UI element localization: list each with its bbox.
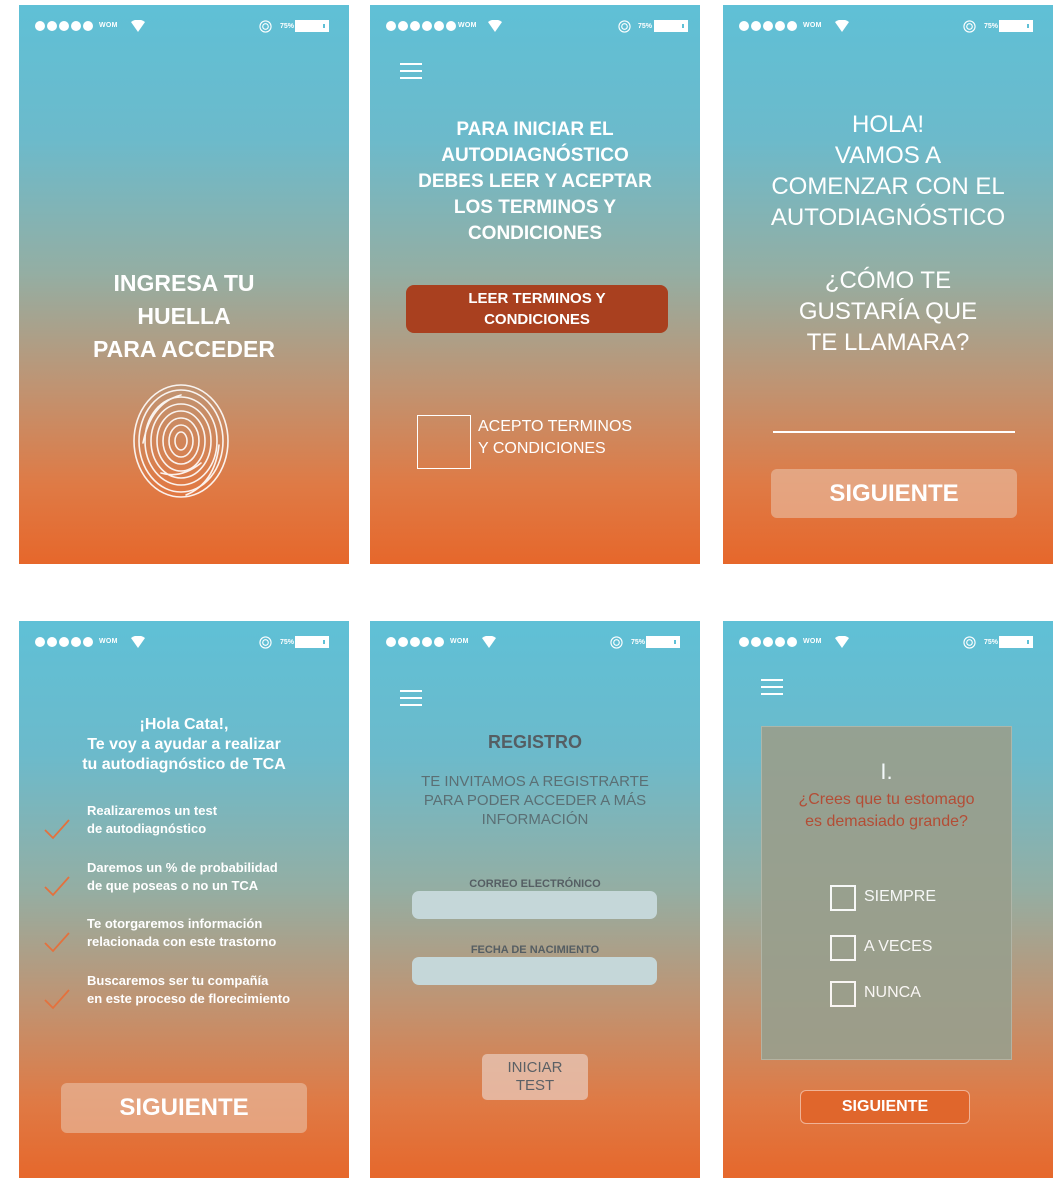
birthdate-label: FECHA DE NACIMIENTO [470,944,600,956]
name-input[interactable] [773,417,1015,433]
check-icon [44,932,70,953]
option-checkbox[interactable] [830,885,856,911]
status-bar: WOM 75% [723,621,1053,661]
battery-icon [654,20,688,32]
terms-screen: WOM 75% PARA INICIAR EL AUTODIAGNÓSTICO … [370,5,700,564]
intro-text: ¡Hola Cata!, Te voy a ayudar a realizar … [82,716,286,773]
birthdate-field[interactable] [412,957,657,985]
wifi-icon [131,20,145,32]
battery-percent: 75% [631,639,646,646]
carrier-name: WOM [803,22,822,29]
signal-dots-icon [35,637,93,647]
sync-icon [610,636,623,649]
option-label: NUNCA [864,984,921,1001]
benefit-item: Daremos un % de probabilidad de que pose… [19,859,349,905]
name-screen: WOM 75% HOLA! VAMOS A COMENZAR CON EL AU… [723,5,1053,564]
battery-icon [295,20,329,32]
next-button[interactable]: SIGUIENTE [771,469,1017,518]
battery-percent: 75% [984,23,999,30]
sync-icon [259,636,272,649]
status-bar: WOM 75% [370,621,700,661]
fingerprint-icon[interactable] [131,383,231,499]
wifi-icon [488,20,502,32]
carrier-name: WOM [450,638,469,645]
carrier-name: WOM [458,22,477,29]
carrier-name: WOM [99,22,118,29]
benefit-text: Realizaremos un test de autodiagnóstico [87,803,218,836]
status-bar: WOM 75% [370,5,700,45]
benefit-item: Buscaremos ser tu compañía en este proce… [19,972,349,1018]
read-terms-button[interactable]: LEER TERMINOS Y CONDICIONES [406,285,668,333]
option-label: SIEMPRE [864,888,937,905]
sync-icon [963,636,976,649]
check-icon [44,819,70,840]
option-label: A VECES [864,938,933,955]
menu-icon[interactable] [400,690,422,706]
question-card: I. ¿Crees que tu estomago es demasiado g… [761,726,1012,1060]
check-icon [44,989,70,1010]
battery-icon [999,636,1033,648]
question-text: ¿Crees que tu estomago es demasiado gran… [798,791,975,830]
start-test-button[interactable]: INICIAR TEST [482,1054,588,1100]
question-screen: WOM 75% I. ¿Crees que tu estomago es dem… [723,621,1053,1178]
battery-icon [646,636,680,648]
name-question: ¿CÓMO TE GUSTARÍA QUE TE LLAMARA? [798,267,978,356]
page-title: REGISTRO [487,732,582,752]
carrier-name: WOM [99,638,118,645]
wifi-icon [131,636,145,648]
register-screen: WOM 75% REGISTRO TE INVITAMOS A REGISTRA… [370,621,700,1178]
battery-percent: 75% [638,23,653,30]
status-bar: WOM 75% [19,621,349,661]
check-icon [44,876,70,897]
accept-terms-label: ACEPTO TERMINOS Y CONDICIONES [478,418,633,457]
menu-icon[interactable] [400,63,422,79]
sync-icon [963,20,976,33]
battery-percent: 75% [280,23,295,30]
signal-dots-icon [35,21,93,31]
signal-dots-icon [386,637,444,647]
signal-dots-icon [386,21,456,31]
battery-icon [999,20,1033,32]
battery-percent: 75% [984,639,999,646]
email-field[interactable] [412,891,657,919]
sync-icon [618,20,631,33]
next-button[interactable]: SIGUIENTE [800,1090,970,1124]
greeting-text: HOLA! VAMOS A COMENZAR CON EL AUTODIAGNÓ… [770,111,1006,231]
option-checkbox[interactable] [830,981,856,1007]
question-number: I. [880,759,893,784]
menu-icon[interactable] [761,679,783,695]
wifi-icon [482,636,496,648]
fingerprint-screen: WOM 75% INGRESA TU HUELLA PARA ACCEDER [19,5,349,564]
signal-dots-icon [739,21,797,31]
wifi-icon [835,20,849,32]
next-button[interactable]: SIGUIENTE [61,1083,307,1133]
carrier-name: WOM [803,638,822,645]
option-checkbox[interactable] [830,935,856,961]
register-subtitle: TE INVITAMOS A REGISTRARTE PARA PODER AC… [421,773,649,828]
battery-percent: 75% [280,639,295,646]
status-bar: WOM 75% [19,5,349,45]
benefit-text: Daremos un % de probabilidad de que pose… [87,860,278,893]
benefit-item: Realizaremos un test de autodiagnóstico [19,802,349,848]
battery-icon [295,636,329,648]
terms-title: PARA INICIAR EL AUTODIAGNÓSTICO DEBES LE… [418,119,652,244]
sync-icon [259,20,272,33]
accept-terms-checkbox[interactable] [417,415,471,469]
fingerprint-title: INGRESA TU HUELLA PARA ACCEDER [93,270,275,362]
intro-screen: WOM 75% ¡Hola Cata!, Te voy a ayudar a r… [19,621,349,1178]
email-label: CORREO ELECTRÓNICO [469,878,601,890]
signal-dots-icon [739,637,797,647]
wifi-icon [835,636,849,648]
benefit-item: Te otorgaremos información relacionada c… [19,915,349,961]
status-bar: WOM 75% [723,5,1053,45]
benefit-text: Te otorgaremos información relacionada c… [87,916,277,949]
benefit-text: Buscaremos ser tu compañía en este proce… [87,973,291,1006]
